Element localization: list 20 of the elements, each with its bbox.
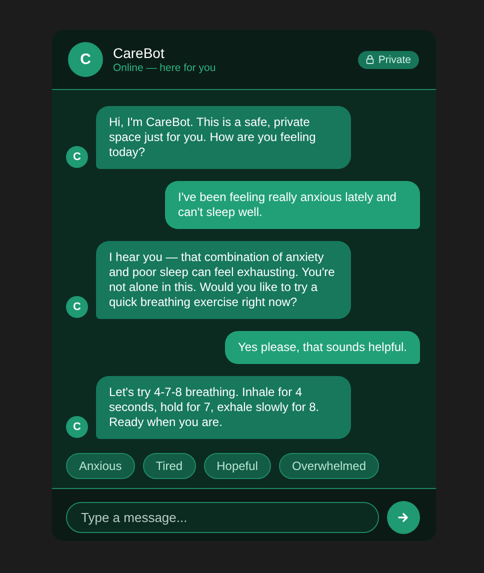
bot-message: Hi, I'm CareBot. This is a safe, private space just for you. How are you feeling today? — [96, 106, 351, 169]
bot-message: Let's try 4-7-8 breathing. Inhale for 4 seconds, hold for 7, exhale slowly for 8. Ready when you are. — [96, 376, 351, 439]
quick-reply-chip[interactable]: Tired — [142, 453, 196, 479]
bot-avatar: C — [66, 416, 88, 438]
bot-message: I hear you — that combination of anxiety and poor sleep can feel exhausting. You're not alone in this. Would you like to try a quick breathing exercise right now? — [96, 241, 351, 319]
quick-reply-chip[interactable]: Hopeful — [204, 453, 271, 479]
send-button[interactable] — [387, 501, 420, 534]
user-message: Yes please, that sounds helpful. — [224, 331, 420, 364]
bot-avatar: C — [66, 296, 88, 318]
user-message: I've been feeling really anxious lately and can't sleep well. — [165, 181, 420, 229]
quick-reply-chip[interactable]: Anxious — [66, 453, 135, 479]
lock-icon — [366, 55, 374, 64]
status-text: Online — here for you — [113, 62, 217, 74]
private-badge: Private — [358, 50, 419, 68]
bot-name: CareBot — [113, 45, 166, 61]
arrow-icon — [397, 511, 410, 524]
quick-reply-chip[interactable]: Overwhelmed — [278, 453, 380, 479]
bot-avatar: C — [68, 42, 103, 77]
bot-avatar: C — [66, 146, 88, 168]
message-input[interactable]: Type a message... — [66, 502, 379, 533]
